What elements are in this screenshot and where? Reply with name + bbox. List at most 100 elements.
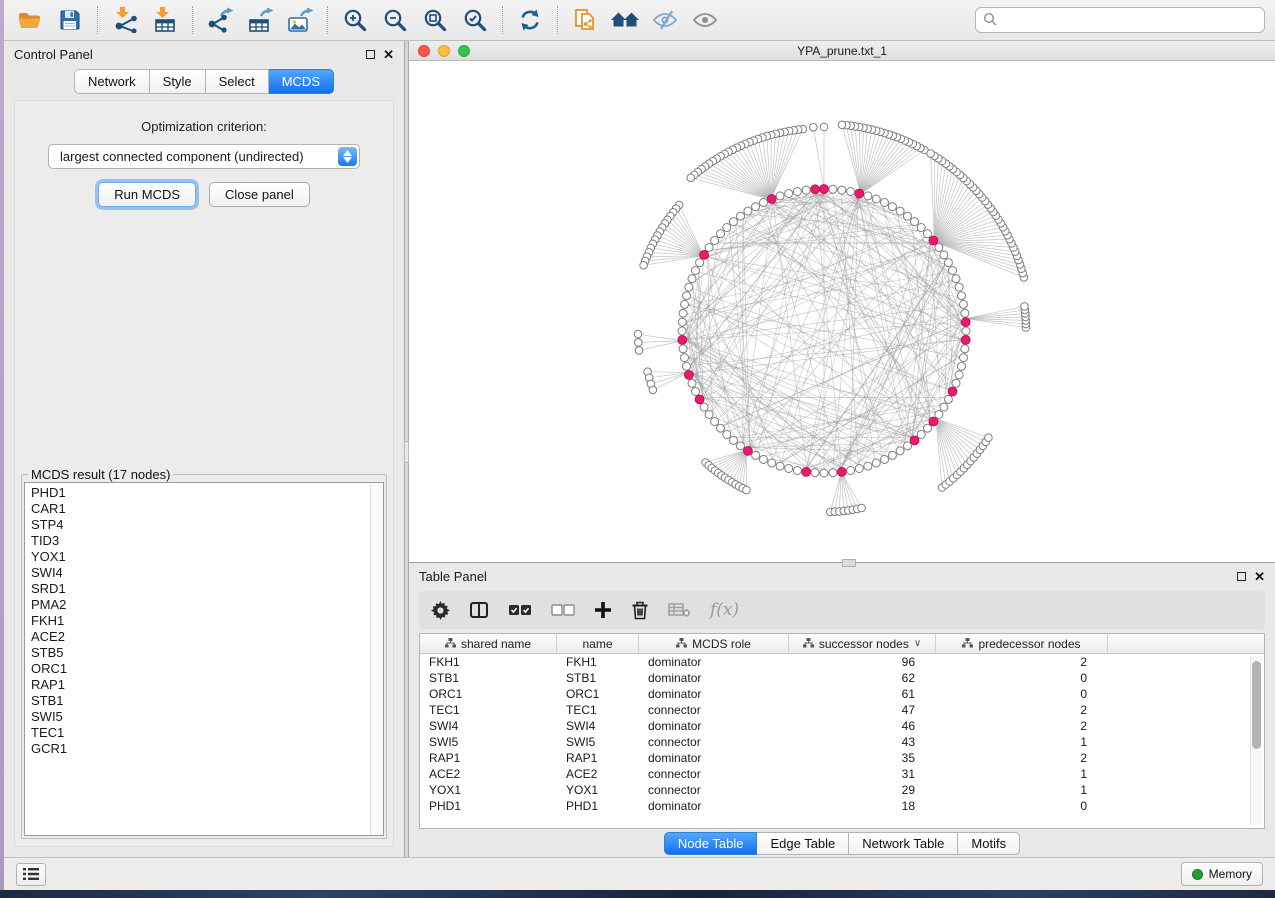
result-node-item[interactable]: GCR1 [31, 741, 370, 757]
graph-node[interactable] [872, 459, 880, 467]
graph-node[interactable] [864, 192, 872, 200]
graph-node-mcds[interactable] [695, 395, 704, 404]
graph-node[interactable] [692, 388, 700, 396]
table-row[interactable]: SWI4SWI4dominator462 [420, 718, 1264, 734]
table-row[interactable]: FKH1FKH1dominator962 [420, 654, 1264, 670]
show-columns-icon[interactable] [469, 601, 489, 619]
close-window-icon[interactable] [418, 45, 430, 57]
graph-node[interactable] [679, 345, 687, 353]
graph-node[interactable] [678, 318, 686, 326]
table-row[interactable]: ORC1ORC1dominator610 [420, 686, 1264, 702]
graph-node[interactable] [635, 339, 643, 347]
network-window-titlebar[interactable]: YPA_prune.txt_1 [409, 41, 1275, 61]
graph-node-mcds[interactable] [837, 468, 846, 477]
minimize-window-icon[interactable] [438, 45, 450, 57]
table-row[interactable]: STB1STB1dominator620 [420, 670, 1264, 686]
graph-node[interactable] [917, 224, 925, 232]
tab-motifs[interactable]: Motifs [958, 832, 1020, 855]
graph-node-mcds[interactable] [961, 336, 970, 345]
graph-node[interactable] [904, 212, 912, 220]
maximize-window-icon[interactable] [458, 45, 470, 57]
import-table-icon[interactable] [145, 3, 185, 37]
graph-node[interactable] [858, 504, 866, 512]
graph-node[interactable] [723, 431, 731, 439]
graph-node[interactable] [958, 362, 966, 370]
graph-node[interactable] [752, 451, 760, 459]
search-input[interactable] [1002, 13, 1257, 28]
first-neighbors-icon[interactable] [605, 3, 645, 37]
graph-node[interactable] [700, 403, 708, 411]
graph-node-mcds[interactable] [820, 185, 829, 194]
result-node-item[interactable]: CAR1 [31, 501, 370, 517]
import-network-icon[interactable] [105, 3, 145, 37]
table-panel-splitter-grip[interactable] [842, 559, 856, 567]
column-header-name[interactable]: name [557, 634, 639, 653]
export-table-icon[interactable] [240, 3, 280, 37]
clone-network-icon[interactable] [565, 3, 605, 37]
graph-node-mcds[interactable] [929, 417, 938, 426]
mcds-result-list[interactable]: PHD1CAR1STP4TID3YOX1SWI4SRD1PMA2FKH1ACE2… [24, 482, 384, 836]
graph-node[interactable] [681, 300, 689, 308]
graph-node[interactable] [829, 469, 837, 477]
graph-node[interactable] [855, 465, 863, 473]
graph-node[interactable] [935, 244, 943, 252]
network-graph[interactable] [409, 61, 1275, 562]
graph-node[interactable] [810, 124, 818, 132]
close-table-panel-icon[interactable]: ✕ [1254, 570, 1265, 583]
tab-mcds[interactable]: MCDS [269, 69, 334, 94]
graph-node[interactable] [687, 174, 695, 182]
graph-node[interactable] [793, 467, 801, 475]
float-table-panel-icon[interactable] [1237, 572, 1246, 581]
graph-node[interactable] [904, 442, 912, 450]
graph-node[interactable] [960, 354, 968, 362]
add-column-icon[interactable] [594, 601, 612, 619]
graph-node[interactable] [896, 207, 904, 215]
graph-node[interactable] [940, 403, 948, 411]
criterion-dropdown[interactable]: largest connected component (undirected) [48, 144, 360, 169]
graph-node[interactable] [737, 212, 745, 220]
graph-node[interactable] [635, 347, 643, 355]
graph-node[interactable] [683, 362, 691, 370]
graph-node[interactable] [940, 251, 948, 259]
graph-node[interactable] [711, 237, 719, 245]
graph-node[interactable] [776, 192, 784, 200]
graph-node[interactable] [961, 345, 969, 353]
graph-node[interactable] [811, 469, 819, 477]
graph-node-mcds[interactable] [678, 336, 687, 345]
graph-node[interactable] [679, 309, 687, 317]
graph-node[interactable] [917, 431, 925, 439]
graph-node[interactable] [802, 186, 810, 194]
graph-node[interactable] [705, 411, 713, 419]
graph-node[interactable] [924, 424, 932, 432]
zoom-selected-icon[interactable] [455, 3, 495, 37]
graph-node[interactable] [785, 465, 793, 473]
column-header-MCDS-role[interactable]: MCDS role [639, 634, 789, 653]
result-list-scrollbar[interactable] [370, 483, 383, 835]
graph-node[interactable] [688, 275, 696, 283]
graph-node[interactable] [1021, 303, 1029, 311]
graph-node[interactable] [752, 203, 760, 211]
zoom-out-icon[interactable] [375, 3, 415, 37]
graph-node[interactable] [847, 188, 855, 196]
show-all-icon[interactable] [685, 3, 725, 37]
result-node-item[interactable]: PHD1 [31, 485, 370, 501]
graph-node[interactable] [649, 386, 657, 394]
export-image-icon[interactable] [280, 3, 320, 37]
save-session-icon[interactable] [50, 3, 90, 37]
result-node-item[interactable]: PMA2 [31, 597, 370, 613]
graph-node-mcds[interactable] [767, 195, 776, 204]
graph-node[interactable] [955, 371, 963, 379]
tab-edge-table[interactable]: Edge Table [757, 832, 849, 855]
refresh-icon[interactable] [510, 3, 550, 37]
result-node-item[interactable]: STB5 [31, 645, 370, 661]
result-node-item[interactable]: ORC1 [31, 661, 370, 677]
table-row[interactable]: YOX1YOX1connector291 [420, 782, 1264, 798]
table-row[interactable]: RAP1RAP1dominator352 [420, 750, 1264, 766]
graph-node[interactable] [681, 354, 689, 362]
graph-node-mcds[interactable] [685, 371, 694, 380]
graph-node[interactable] [952, 275, 960, 283]
graph-node[interactable] [678, 327, 686, 335]
table-scrollbar[interactable] [1250, 656, 1262, 825]
result-node-item[interactable]: STB1 [31, 693, 370, 709]
graph-node[interactable] [961, 309, 969, 317]
